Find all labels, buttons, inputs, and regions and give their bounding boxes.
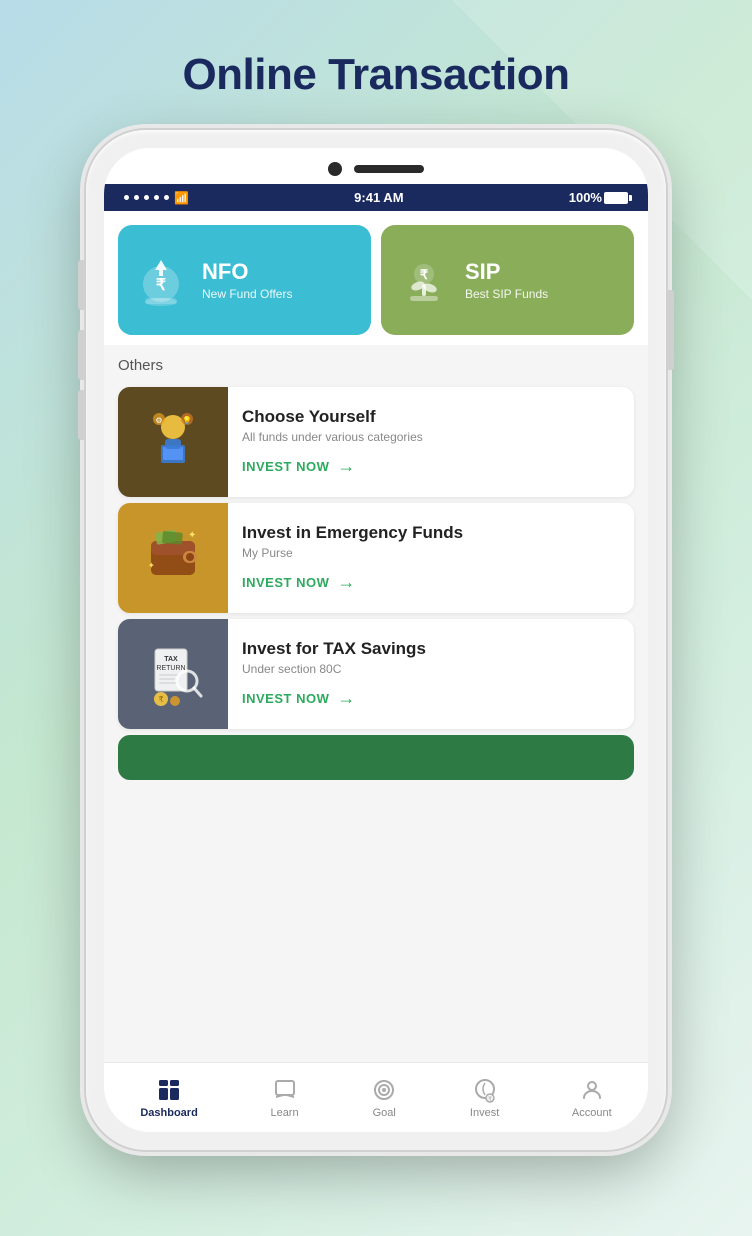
invest-icon: ₹ bbox=[472, 1077, 498, 1103]
phone-screen: 📶 9:41 AM 100% ₹ bbox=[104, 148, 648, 1132]
invest-now-button-2[interactable]: INVEST NOW → bbox=[242, 572, 620, 593]
nfo-icon: ₹ bbox=[132, 251, 190, 309]
nav-learn[interactable]: Learn bbox=[270, 1077, 298, 1119]
invest-now-label: INVEST NOW bbox=[242, 575, 329, 590]
svg-text:💡: 💡 bbox=[182, 415, 192, 425]
nav-dashboard[interactable]: Dashboard bbox=[140, 1077, 197, 1119]
top-cards-row: ₹ NFO New Fund Offers bbox=[104, 211, 648, 345]
tax-savings-image: TAX RETURN ₹ bbox=[118, 619, 228, 729]
nav-goal-label: Goal bbox=[373, 1107, 396, 1119]
page-title: Online Transaction bbox=[182, 50, 569, 100]
battery-percent: 100% bbox=[569, 190, 602, 205]
arrow-icon: → bbox=[337, 456, 356, 477]
tax-savings-content: Invest for TAX Savings Under section 80C… bbox=[228, 619, 634, 729]
signal-dot bbox=[144, 195, 149, 200]
nav-dashboard-label: Dashboard bbox=[140, 1107, 197, 1119]
nfo-card[interactable]: ₹ NFO New Fund Offers bbox=[118, 225, 371, 335]
wifi-icon: 📶 bbox=[174, 191, 189, 205]
signal-dot bbox=[164, 195, 169, 200]
nav-account[interactable]: Account bbox=[572, 1077, 612, 1119]
dashboard-icon bbox=[156, 1077, 182, 1103]
choose-yourself-content: Choose Yourself All funds under various … bbox=[228, 387, 634, 497]
signal-area: 📶 bbox=[124, 191, 189, 205]
invest-now-button-3[interactable]: INVEST NOW → bbox=[242, 688, 620, 709]
item-desc: All funds under various categories bbox=[242, 430, 620, 444]
phone-top-notch bbox=[104, 148, 648, 184]
others-section: Others bbox=[104, 345, 648, 381]
item-title: Invest for TAX Savings bbox=[242, 639, 620, 659]
invest-now-label: INVEST NOW bbox=[242, 459, 329, 474]
list-item[interactable]: ✦ ✦ Invest in Emergency Funds My Purse I… bbox=[118, 503, 634, 613]
learn-icon bbox=[272, 1077, 298, 1103]
sip-card-text: SIP Best SIP Funds bbox=[465, 259, 548, 301]
battery-area: 100% bbox=[569, 190, 628, 205]
emergency-funds-content: Invest in Emergency Funds My Purse INVES… bbox=[228, 503, 634, 613]
battery-icon bbox=[604, 192, 628, 204]
speaker bbox=[354, 165, 424, 173]
phone-frame: 📶 9:41 AM 100% ₹ bbox=[86, 130, 666, 1150]
nav-learn-label: Learn bbox=[270, 1107, 298, 1119]
svg-text:TAX: TAX bbox=[164, 656, 178, 663]
list-item[interactable]: ⚙ 💡 Choose Yourself All funds under vari… bbox=[118, 387, 634, 497]
nfo-subtitle: New Fund Offers bbox=[202, 287, 292, 301]
sip-subtitle: Best SIP Funds bbox=[465, 287, 548, 301]
item-title: Invest in Emergency Funds bbox=[242, 523, 620, 543]
bottom-navigation: Dashboard Learn bbox=[104, 1062, 648, 1132]
arrow-icon: → bbox=[337, 688, 356, 709]
nfo-card-text: NFO New Fund Offers bbox=[202, 259, 292, 301]
sip-icon: ₹ bbox=[395, 251, 453, 309]
account-icon bbox=[579, 1077, 605, 1103]
others-label: Others bbox=[118, 357, 163, 374]
signal-dot bbox=[134, 195, 139, 200]
status-bar: 📶 9:41 AM 100% bbox=[104, 184, 648, 211]
nav-account-label: Account bbox=[572, 1107, 612, 1119]
svg-text:₹: ₹ bbox=[158, 695, 163, 704]
arrow-icon: → bbox=[337, 572, 356, 593]
choose-yourself-image: ⚙ 💡 bbox=[118, 387, 228, 497]
nfo-title: NFO bbox=[202, 259, 292, 285]
invest-now-label: INVEST NOW bbox=[242, 691, 329, 706]
sip-title: SIP bbox=[465, 259, 548, 285]
nav-invest[interactable]: ₹ Invest bbox=[470, 1077, 499, 1119]
svg-text:₹: ₹ bbox=[420, 267, 429, 282]
status-time: 9:41 AM bbox=[354, 190, 403, 205]
svg-text:✦: ✦ bbox=[148, 561, 155, 570]
front-camera bbox=[328, 162, 342, 176]
partial-list-item bbox=[118, 735, 634, 780]
svg-text:RETURN: RETURN bbox=[156, 665, 185, 672]
nav-goal[interactable]: Goal bbox=[371, 1077, 397, 1119]
emergency-funds-image: ✦ ✦ bbox=[118, 503, 228, 613]
invest-now-button-1[interactable]: INVEST NOW → bbox=[242, 456, 620, 477]
signal-dot bbox=[154, 195, 159, 200]
nav-invest-label: Invest bbox=[470, 1107, 499, 1119]
goal-icon bbox=[371, 1077, 397, 1103]
svg-text:⚙: ⚙ bbox=[155, 416, 162, 425]
item-title: Choose Yourself bbox=[242, 407, 620, 427]
svg-text:₹: ₹ bbox=[488, 1096, 492, 1103]
main-content: ₹ NFO New Fund Offers bbox=[104, 211, 648, 1132]
svg-text:✦: ✦ bbox=[188, 530, 196, 541]
sip-card[interactable]: ₹ SIP Best SIP Funds bbox=[381, 225, 634, 335]
svg-text:₹: ₹ bbox=[156, 277, 166, 294]
list-item[interactable]: TAX RETURN ₹ bbox=[118, 619, 634, 729]
item-desc: Under section 80C bbox=[242, 662, 620, 676]
item-desc: My Purse bbox=[242, 546, 620, 560]
signal-dot bbox=[124, 195, 129, 200]
